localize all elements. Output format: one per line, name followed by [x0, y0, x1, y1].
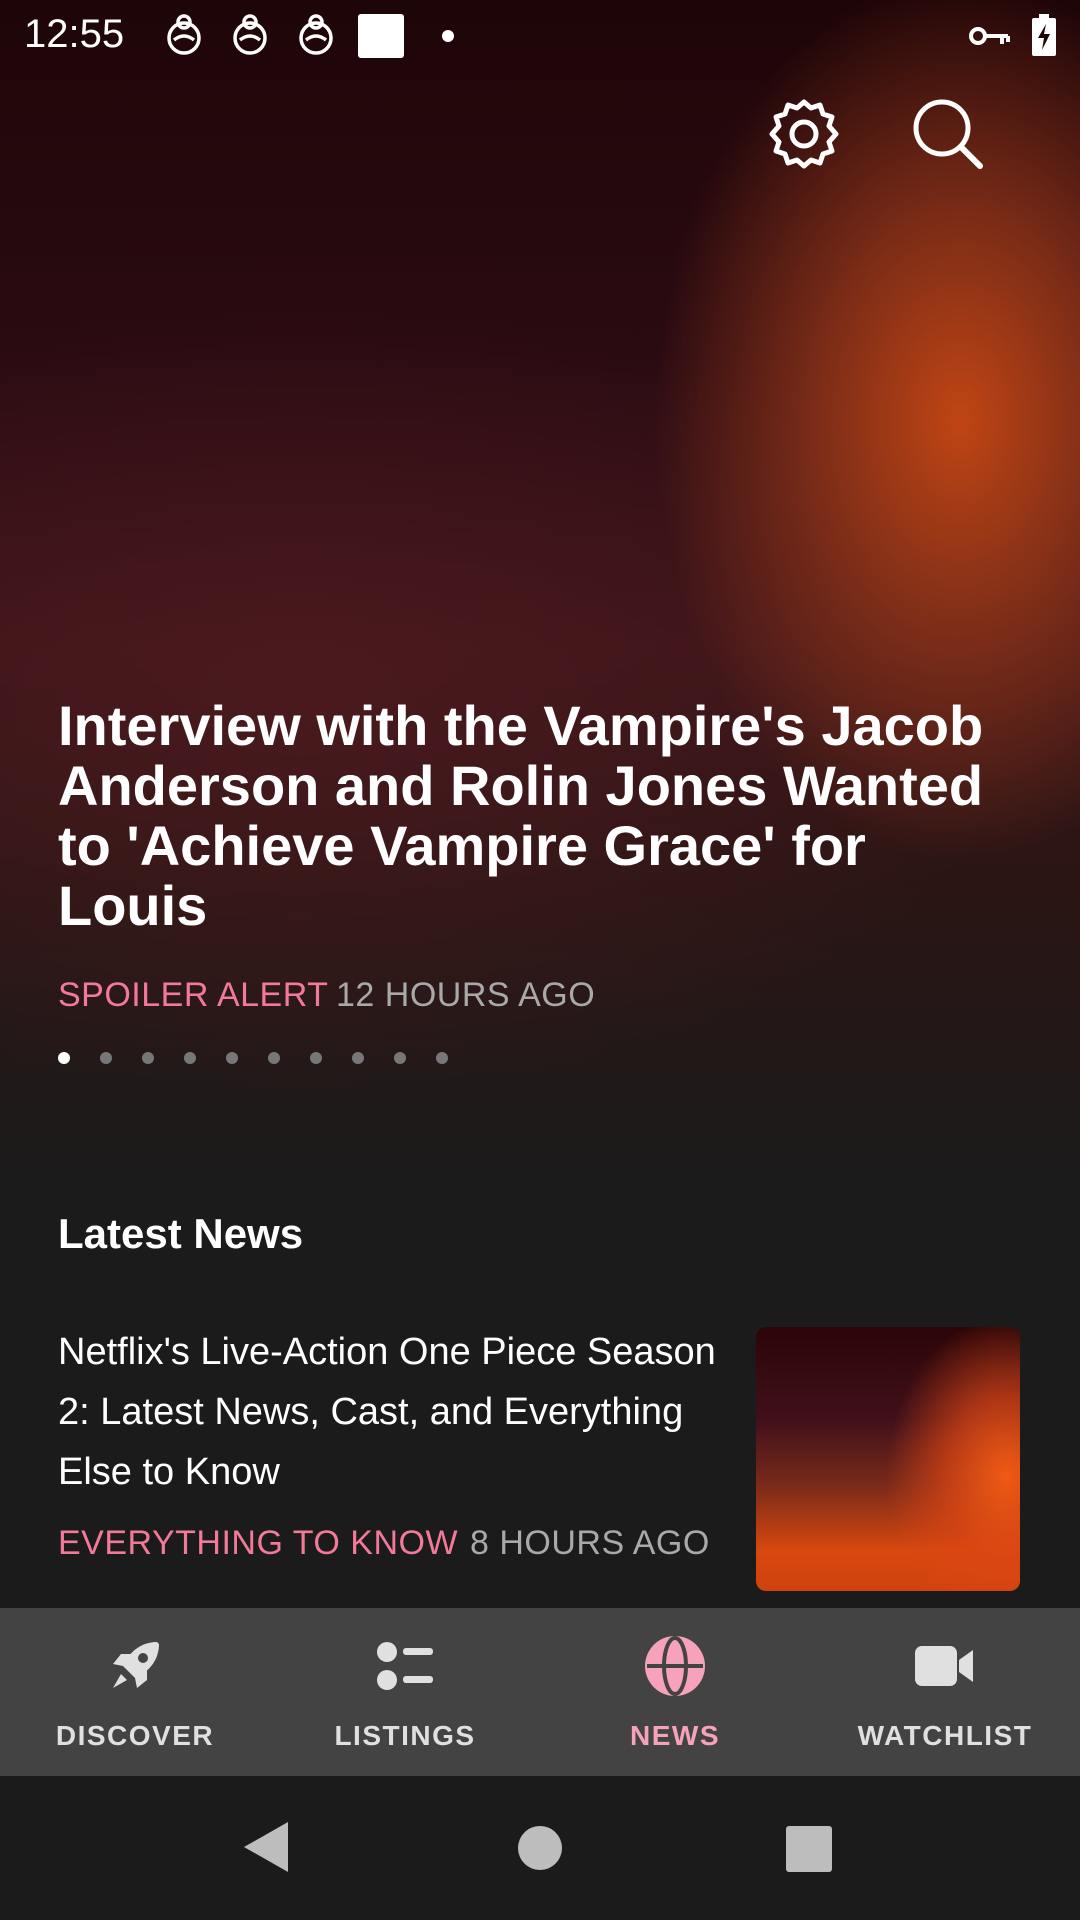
carousel-dot[interactable] — [436, 1052, 448, 1064]
nav-item-news[interactable]: NEWS — [540, 1608, 810, 1776]
home-icon[interactable] — [518, 1826, 562, 1870]
nav-label: NEWS — [630, 1720, 720, 1751]
article-thumbnail[interactable] — [756, 1327, 1020, 1591]
featured-article-title[interactable]: Interview with the Vampire's Jacob Ander… — [58, 696, 1018, 936]
gear-icon[interactable] — [766, 96, 842, 172]
status-time: 12:55 — [24, 12, 125, 56]
system-navigation-bar — [0, 1776, 1080, 1920]
carousel-dot[interactable] — [184, 1052, 196, 1064]
globe-icon — [645, 1636, 705, 1696]
more-notifications-dot — [442, 30, 454, 42]
carousel-dot[interactable] — [142, 1052, 154, 1064]
carousel-dot[interactable] — [100, 1052, 112, 1064]
battery-charging-icon — [1032, 14, 1056, 56]
status-bar: 12:55 — [0, 0, 1080, 80]
nav-label: DISCOVER — [55, 1720, 215, 1751]
notification-app-icon — [167, 14, 201, 55]
rocket-icon — [113, 1642, 159, 1688]
notification-app-icon — [233, 14, 267, 55]
article-title[interactable]: Netflix's Live-Action One Piece Season 2… — [58, 1322, 718, 1502]
nav-item-discover[interactable]: DISCOVER — [0, 1608, 270, 1776]
section-title: Latest News — [58, 1210, 304, 1257]
article-time: 8 HOURS AGO — [470, 1524, 710, 1562]
vpn-key-icon — [969, 27, 1010, 45]
bottom-navigation: DISCOVER LISTINGS NEWS WATCHLIST — [0, 1608, 1080, 1776]
article-tag[interactable]: EVERYTHING TO KNOW — [58, 1524, 458, 1563]
nav-label: WATCHLIST — [857, 1720, 1033, 1751]
carousel-dot[interactable] — [268, 1052, 280, 1064]
back-icon[interactable] — [244, 1822, 288, 1872]
carousel-dot[interactable] — [310, 1052, 322, 1064]
search-icon[interactable] — [910, 96, 986, 172]
carousel-dot[interactable] — [352, 1052, 364, 1064]
nav-item-listings[interactable]: LISTINGS — [270, 1608, 540, 1776]
video-camera-icon — [915, 1646, 973, 1686]
list-icon — [377, 1642, 433, 1690]
carousel-dot[interactable] — [58, 1052, 70, 1064]
carousel-dot[interactable] — [226, 1052, 238, 1064]
carousel-dot[interactable] — [394, 1052, 406, 1064]
featured-article-time: 12 HOURS AGO — [336, 976, 596, 1014]
notification-square-icon — [358, 14, 404, 58]
featured-article-tag[interactable]: SPOILER ALERT — [58, 976, 328, 1015]
nav-label: LISTINGS — [334, 1720, 476, 1751]
notification-app-icon — [299, 14, 333, 55]
recents-icon[interactable] — [786, 1826, 832, 1872]
nav-item-watchlist[interactable]: WATCHLIST — [810, 1608, 1080, 1776]
